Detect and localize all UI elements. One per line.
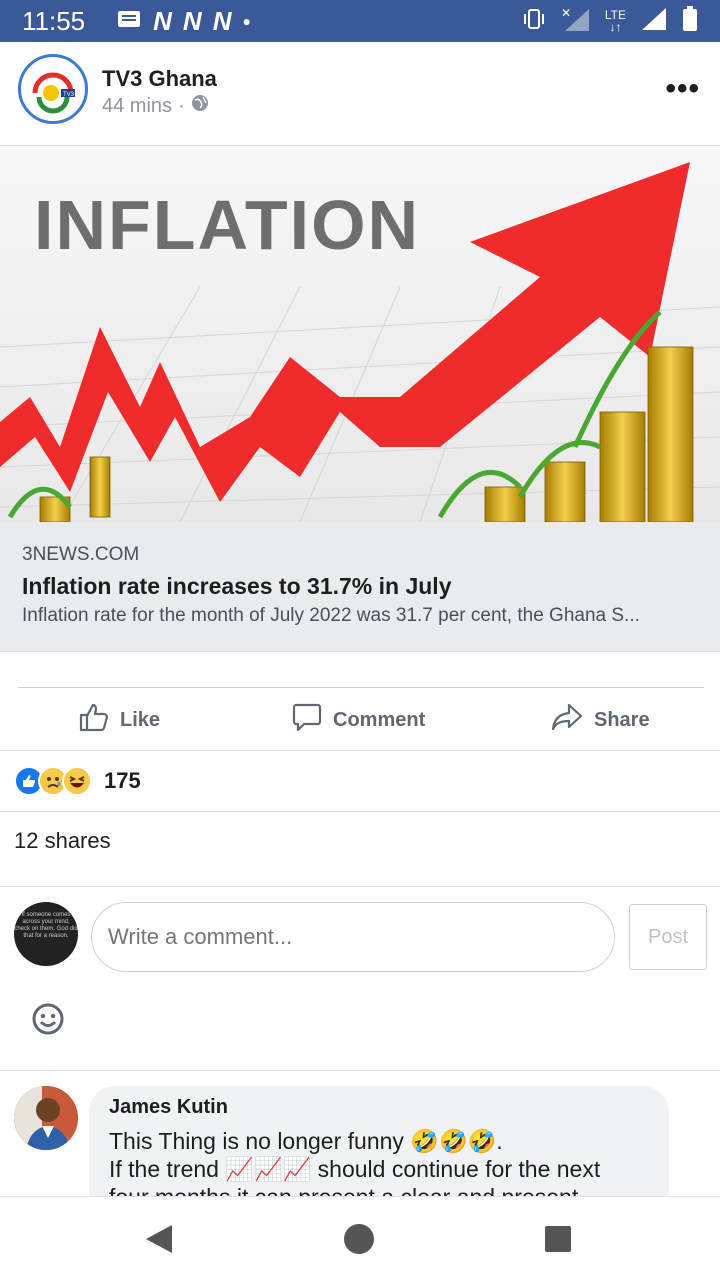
post-time[interactable]: 44 mins: [102, 95, 172, 118]
battery-icon: [682, 5, 698, 37]
emoji-picker-icon[interactable]: [32, 1003, 64, 1035]
link-preview[interactable]: 3NEWS.COM Inflation rate increases to 31…: [0, 522, 720, 652]
comment-line: This Thing is no longer funny 🤣🤣🤣.: [109, 1128, 503, 1154]
commenter-avatar[interactable]: [14, 1086, 78, 1150]
more-options-icon[interactable]: •••: [665, 72, 700, 106]
svg-text:✕: ✕: [561, 6, 571, 20]
notification-icon: N: [153, 5, 172, 36]
clock: 11:55: [22, 5, 86, 36]
link-headline[interactable]: Inflation rate increases to 31.7% in Jul…: [22, 573, 452, 600]
link-domain: 3NEWS.COM: [22, 544, 140, 565]
navigation-bar: [0, 1196, 720, 1280]
more-notifications-icon: ●: [242, 13, 251, 29]
comment-label: Comment: [333, 708, 426, 731]
separator: [0, 811, 720, 812]
share-button[interactable]: Share: [550, 701, 650, 739]
page-avatar[interactable]: TV3: [18, 54, 88, 124]
comment-bubble-icon: [291, 701, 323, 739]
home-icon[interactable]: [344, 1224, 374, 1254]
meta-separator: ·: [178, 94, 185, 117]
action-divider: [18, 687, 704, 688]
share-arrow-icon: [550, 701, 584, 739]
separator: [0, 1070, 720, 1071]
my-avatar: If someone comes across your mind, check…: [14, 902, 78, 966]
post-meta: 44 mins ·: [102, 94, 209, 118]
message-icon: [117, 9, 141, 34]
haha-reaction-icon: [62, 766, 92, 796]
share-label: Share: [594, 708, 650, 731]
back-icon[interactable]: [146, 1225, 172, 1253]
signal-icon: [640, 6, 668, 37]
reactions-summary[interactable]: 175: [14, 752, 141, 810]
no-signal-icon: ✕: [561, 5, 591, 38]
recents-icon[interactable]: [545, 1226, 571, 1252]
status-bar: 11:55 N N N ● ✕ LTE ↓↑: [0, 0, 720, 42]
image-title-text: INFLATION: [34, 186, 420, 264]
like-button[interactable]: Like: [78, 701, 160, 739]
svg-text:TV3: TV3: [63, 92, 75, 98]
notification-icon: N: [212, 5, 232, 36]
comment-input[interactable]: [91, 902, 615, 972]
vibrate-icon: [521, 8, 547, 35]
separator: [0, 750, 720, 751]
notification-icon: N: [182, 5, 202, 36]
comment-author[interactable]: James Kutin: [109, 1096, 649, 1119]
comment-button[interactable]: Comment: [291, 701, 425, 739]
reaction-count: 175: [104, 768, 141, 793]
like-label: Like: [120, 708, 161, 731]
thumbs-up-icon: [78, 701, 110, 739]
lte-label: LTE ↓↑: [604, 8, 626, 34]
comment-line: If the trend 📈📈📈 should continue for the…: [109, 1156, 601, 1182]
post-header: TV3 TV3 Ghana 44 mins · •••: [0, 42, 720, 146]
action-bar: Like Comment Share: [0, 690, 720, 750]
post-comment-button[interactable]: Post: [629, 904, 707, 970]
post-image[interactable]: INFLATION: [0, 147, 720, 522]
share-count[interactable]: 12 shares: [14, 828, 111, 854]
link-description: Inflation rate for the month of July 202…: [22, 605, 640, 626]
globe-icon: [191, 94, 209, 118]
separator: [0, 886, 720, 887]
page-name[interactable]: TV3 Ghana: [102, 66, 217, 92]
